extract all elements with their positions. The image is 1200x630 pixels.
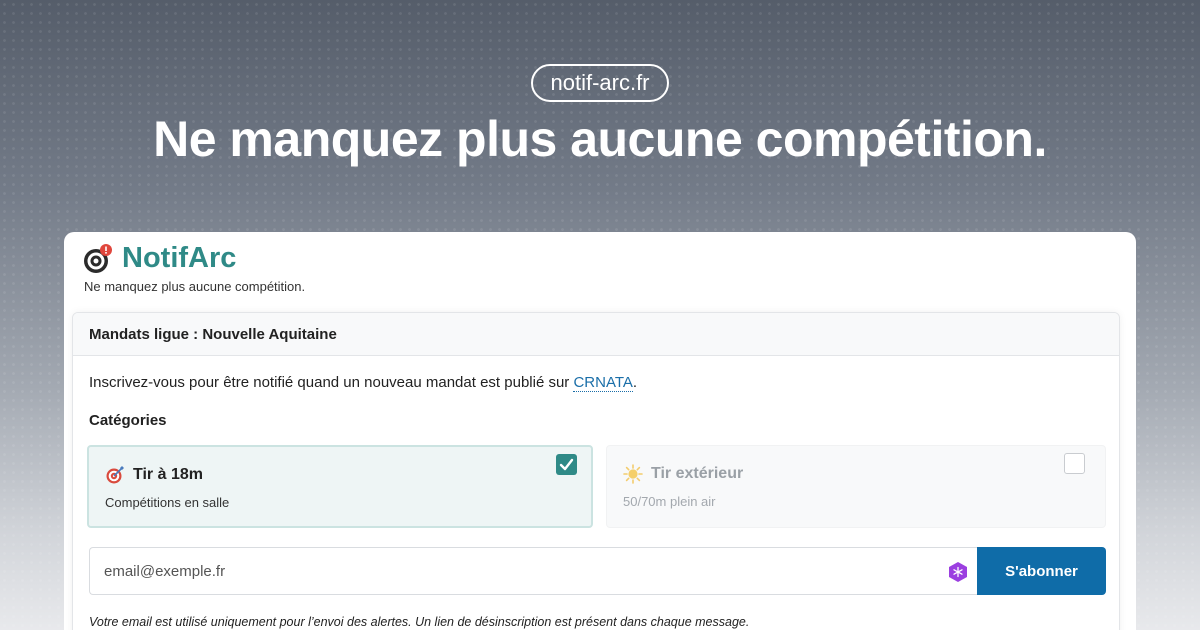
check-icon	[559, 458, 574, 471]
target-icon	[105, 465, 125, 485]
crnata-link[interactable]: CRNATA	[573, 374, 633, 392]
domain-pill: notif-arc.fr	[531, 64, 669, 102]
checkbox-unchecked[interactable]	[1064, 453, 1085, 474]
sun-icon	[623, 464, 643, 484]
intro-text-body: Inscrivez-vous pour être notifié quand u…	[89, 374, 574, 391]
password-manager-icon[interactable]	[947, 561, 969, 583]
email-field-wrapper	[89, 547, 979, 595]
privacy-note: Votre email est utilisé uniquement pour …	[89, 615, 750, 629]
subscribe-button[interactable]: S'abonner	[977, 547, 1106, 595]
app-panel: NotifArc Ne manquez plus aucune compétit…	[64, 232, 1136, 630]
categories-title: Catégories	[89, 412, 167, 429]
brand[interactable]: NotifArc	[82, 242, 236, 275]
target-bell-icon	[82, 243, 114, 275]
option-title: Tir extérieur	[651, 465, 744, 482]
option-title-row: Tir extérieur	[623, 464, 743, 484]
intro-text-end: .	[632, 374, 638, 391]
email-field[interactable]	[90, 548, 930, 594]
option-subtitle: Compétitions en salle	[105, 495, 230, 510]
option-subtitle: 50/70m plein air	[623, 494, 716, 509]
card-title: Mandats ligue : Nouvelle Aquitaine	[73, 313, 1119, 356]
checkbox-checked[interactable]	[556, 454, 577, 475]
category-option-indoor[interactable]: Tir à 18m Compétitions en salle	[87, 445, 593, 528]
option-title: Tir à 18m	[133, 466, 203, 483]
option-title-row: Tir à 18m	[105, 465, 203, 485]
category-option-outdoor[interactable]: Tir extérieur 50/70m plein air	[606, 445, 1106, 528]
brand-name: NotifArc	[122, 242, 237, 274]
subscription-card: Mandats ligue : Nouvelle Aquitaine Inscr…	[72, 312, 1120, 630]
brand-tagline: Ne manquez plus aucune compétition.	[84, 279, 306, 294]
intro-text: Inscrivez-vous pour être notifié quand u…	[89, 374, 638, 392]
headline: Ne manquez plus aucune compétition.	[153, 111, 1047, 167]
